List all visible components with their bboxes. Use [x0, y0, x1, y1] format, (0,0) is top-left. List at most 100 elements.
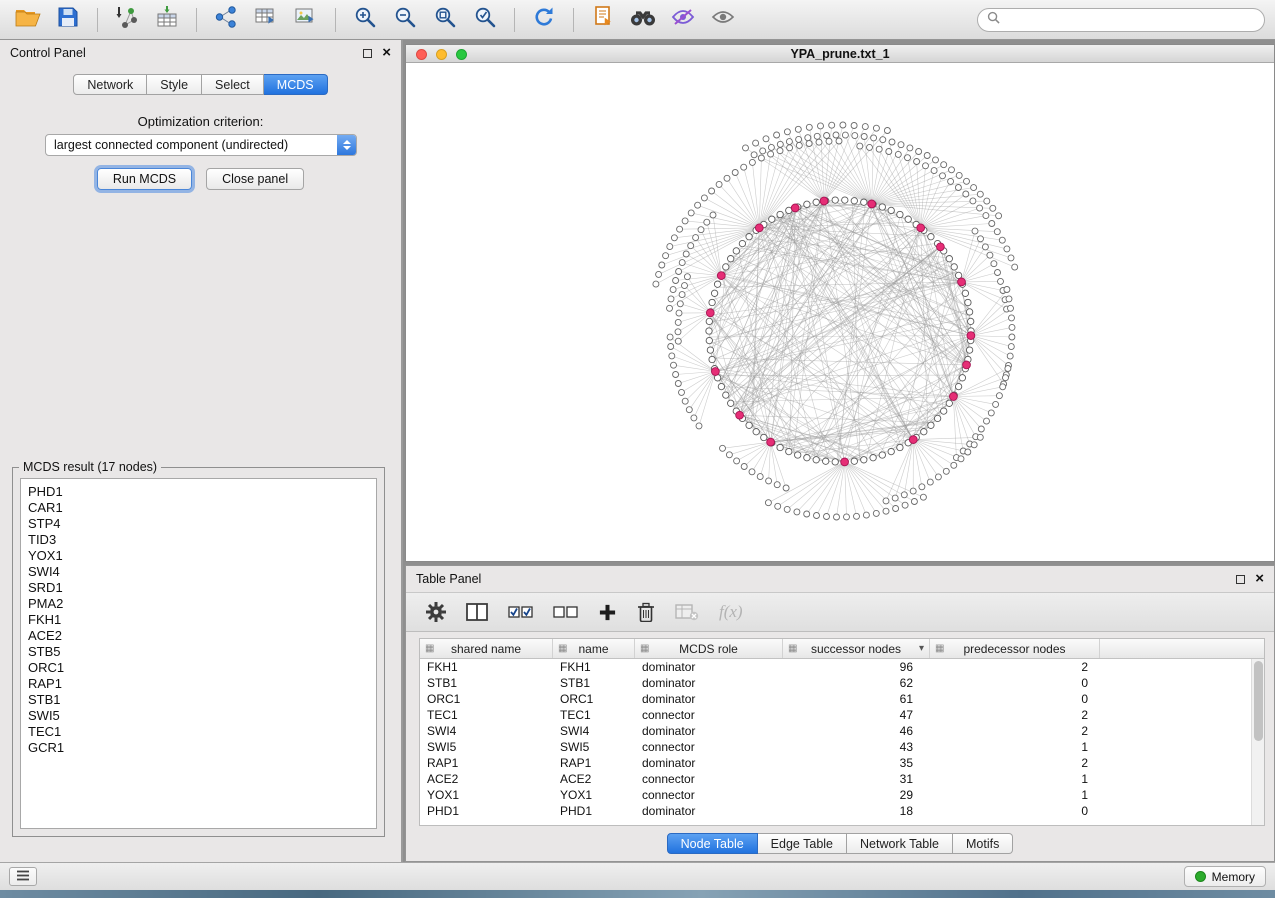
leaf-node[interactable] — [873, 510, 879, 516]
ring-node[interactable] — [707, 347, 713, 353]
leaf-node[interactable] — [709, 188, 715, 194]
leaf-node[interactable] — [683, 251, 689, 257]
leaf-node[interactable] — [814, 133, 820, 139]
leaf-node[interactable] — [943, 468, 949, 474]
leaf-node[interactable] — [989, 221, 995, 227]
leaf-node[interactable] — [671, 235, 677, 241]
leaf-node[interactable] — [786, 139, 792, 145]
leaf-node[interactable] — [916, 149, 922, 155]
mcds-result-item[interactable]: ACE2 — [28, 628, 369, 644]
mcds-result-item[interactable]: STB5 — [28, 644, 369, 660]
save-session-button[interactable] — [50, 5, 86, 35]
leaf-node[interactable] — [871, 135, 877, 141]
ring-node[interactable] — [761, 434, 767, 440]
leaf-node[interactable] — [716, 181, 722, 187]
ring-node[interactable] — [951, 264, 957, 270]
column-menu-icon[interactable]: ▦ — [788, 643, 797, 654]
open-file-button[interactable] — [10, 5, 46, 35]
dominator-node[interactable] — [937, 243, 945, 251]
leaf-node[interactable] — [862, 124, 868, 130]
mcds-result-item[interactable]: PHD1 — [28, 484, 369, 500]
leaf-node[interactable] — [749, 469, 755, 475]
ring-node[interactable] — [832, 459, 838, 465]
mcds-result-item[interactable]: FKH1 — [28, 612, 369, 628]
leaf-node[interactable] — [994, 229, 1000, 235]
ring-node[interactable] — [879, 204, 885, 210]
leaf-node[interactable] — [676, 310, 682, 316]
mcds-result-item[interactable]: STP4 — [28, 516, 369, 532]
dominator-node[interactable] — [909, 436, 917, 444]
ring-node[interactable] — [709, 299, 715, 305]
leaf-node[interactable] — [933, 157, 939, 163]
leaf-node[interactable] — [995, 270, 1001, 276]
leaf-node[interactable] — [760, 148, 766, 154]
leaf-node[interactable] — [758, 155, 764, 161]
table-scrollbar-thumb[interactable] — [1254, 661, 1263, 741]
leaf-node[interactable] — [924, 153, 930, 159]
table-body[interactable]: FKH1FKH1dominator962STB1STB1dominator620… — [420, 659, 1251, 825]
ring-node[interactable] — [786, 448, 792, 454]
ring-node[interactable] — [804, 455, 810, 461]
ring-node[interactable] — [706, 318, 712, 324]
ring-node[interactable] — [870, 455, 876, 461]
mcds-result-item[interactable]: GCR1 — [28, 740, 369, 756]
leaf-node[interactable] — [741, 164, 747, 170]
column-menu-icon[interactable]: ▦ — [640, 643, 649, 654]
ring-node[interactable] — [928, 234, 934, 240]
float-panel-icon[interactable] — [1236, 575, 1245, 584]
leaf-node[interactable] — [996, 393, 1002, 399]
leaf-node[interactable] — [704, 219, 710, 225]
leaf-node[interactable] — [757, 474, 763, 480]
leaf-node[interactable] — [963, 191, 969, 197]
tab-network[interactable]: Network — [73, 74, 147, 95]
ring-node[interactable] — [842, 197, 848, 203]
mcds-result-item[interactable]: STB1 — [28, 692, 369, 708]
mcds-result-item[interactable]: RAP1 — [28, 676, 369, 692]
table-row[interactable]: ACE2ACE2connector311 — [420, 771, 1251, 787]
leaf-node[interactable] — [784, 129, 790, 135]
ring-node[interactable] — [861, 457, 867, 463]
dominator-node[interactable] — [868, 200, 876, 208]
leaf-node[interactable] — [910, 488, 916, 494]
leaf-node[interactable] — [682, 283, 688, 289]
ring-node[interactable] — [718, 383, 724, 389]
leaf-node[interactable] — [667, 334, 673, 340]
leaf-node[interactable] — [675, 319, 681, 325]
leaf-node[interactable] — [726, 452, 732, 458]
leaf-node[interactable] — [1003, 375, 1009, 381]
leaf-node[interactable] — [816, 139, 822, 145]
leaf-node[interactable] — [829, 122, 835, 128]
leaf-node[interactable] — [836, 138, 842, 144]
annotation-button[interactable] — [585, 5, 621, 35]
ring-node[interactable] — [746, 234, 752, 240]
leaf-node[interactable] — [682, 218, 688, 224]
ring-node[interactable] — [965, 299, 971, 305]
hide-details-button[interactable] — [665, 5, 701, 35]
column-header-mcds-role[interactable]: ▦ MCDS role — [635, 639, 783, 658]
dominator-node[interactable] — [717, 272, 725, 280]
leaf-node[interactable] — [1004, 287, 1010, 293]
table-scrollbar[interactable] — [1251, 659, 1264, 825]
tab-edge-table[interactable]: Edge Table — [758, 833, 847, 854]
ring-node[interactable] — [851, 198, 857, 204]
leaf-node[interactable] — [787, 145, 793, 151]
export-table-button[interactable] — [248, 5, 284, 35]
leaf-node[interactable] — [805, 135, 811, 141]
tab-network-table[interactable]: Network Table — [847, 833, 953, 854]
leaf-node[interactable] — [886, 149, 892, 155]
leaf-node[interactable] — [701, 195, 707, 201]
mcds-result-item[interactable]: CAR1 — [28, 500, 369, 516]
ring-node[interactable] — [946, 400, 952, 406]
leaf-node[interactable] — [1009, 315, 1015, 321]
dominator-node[interactable] — [755, 224, 763, 232]
leaf-node[interactable] — [669, 353, 675, 359]
leaf-node[interactable] — [1008, 344, 1014, 350]
leaf-node[interactable] — [998, 278, 1004, 284]
mcds-result-item[interactable]: TEC1 — [28, 724, 369, 740]
mcds-result-item[interactable]: SRD1 — [28, 580, 369, 596]
leaf-node[interactable] — [1004, 246, 1010, 252]
close-window-traffic-light[interactable] — [416, 49, 427, 60]
leaf-node[interactable] — [861, 134, 867, 140]
ring-node[interactable] — [723, 392, 729, 398]
ring-node[interactable] — [711, 290, 717, 296]
